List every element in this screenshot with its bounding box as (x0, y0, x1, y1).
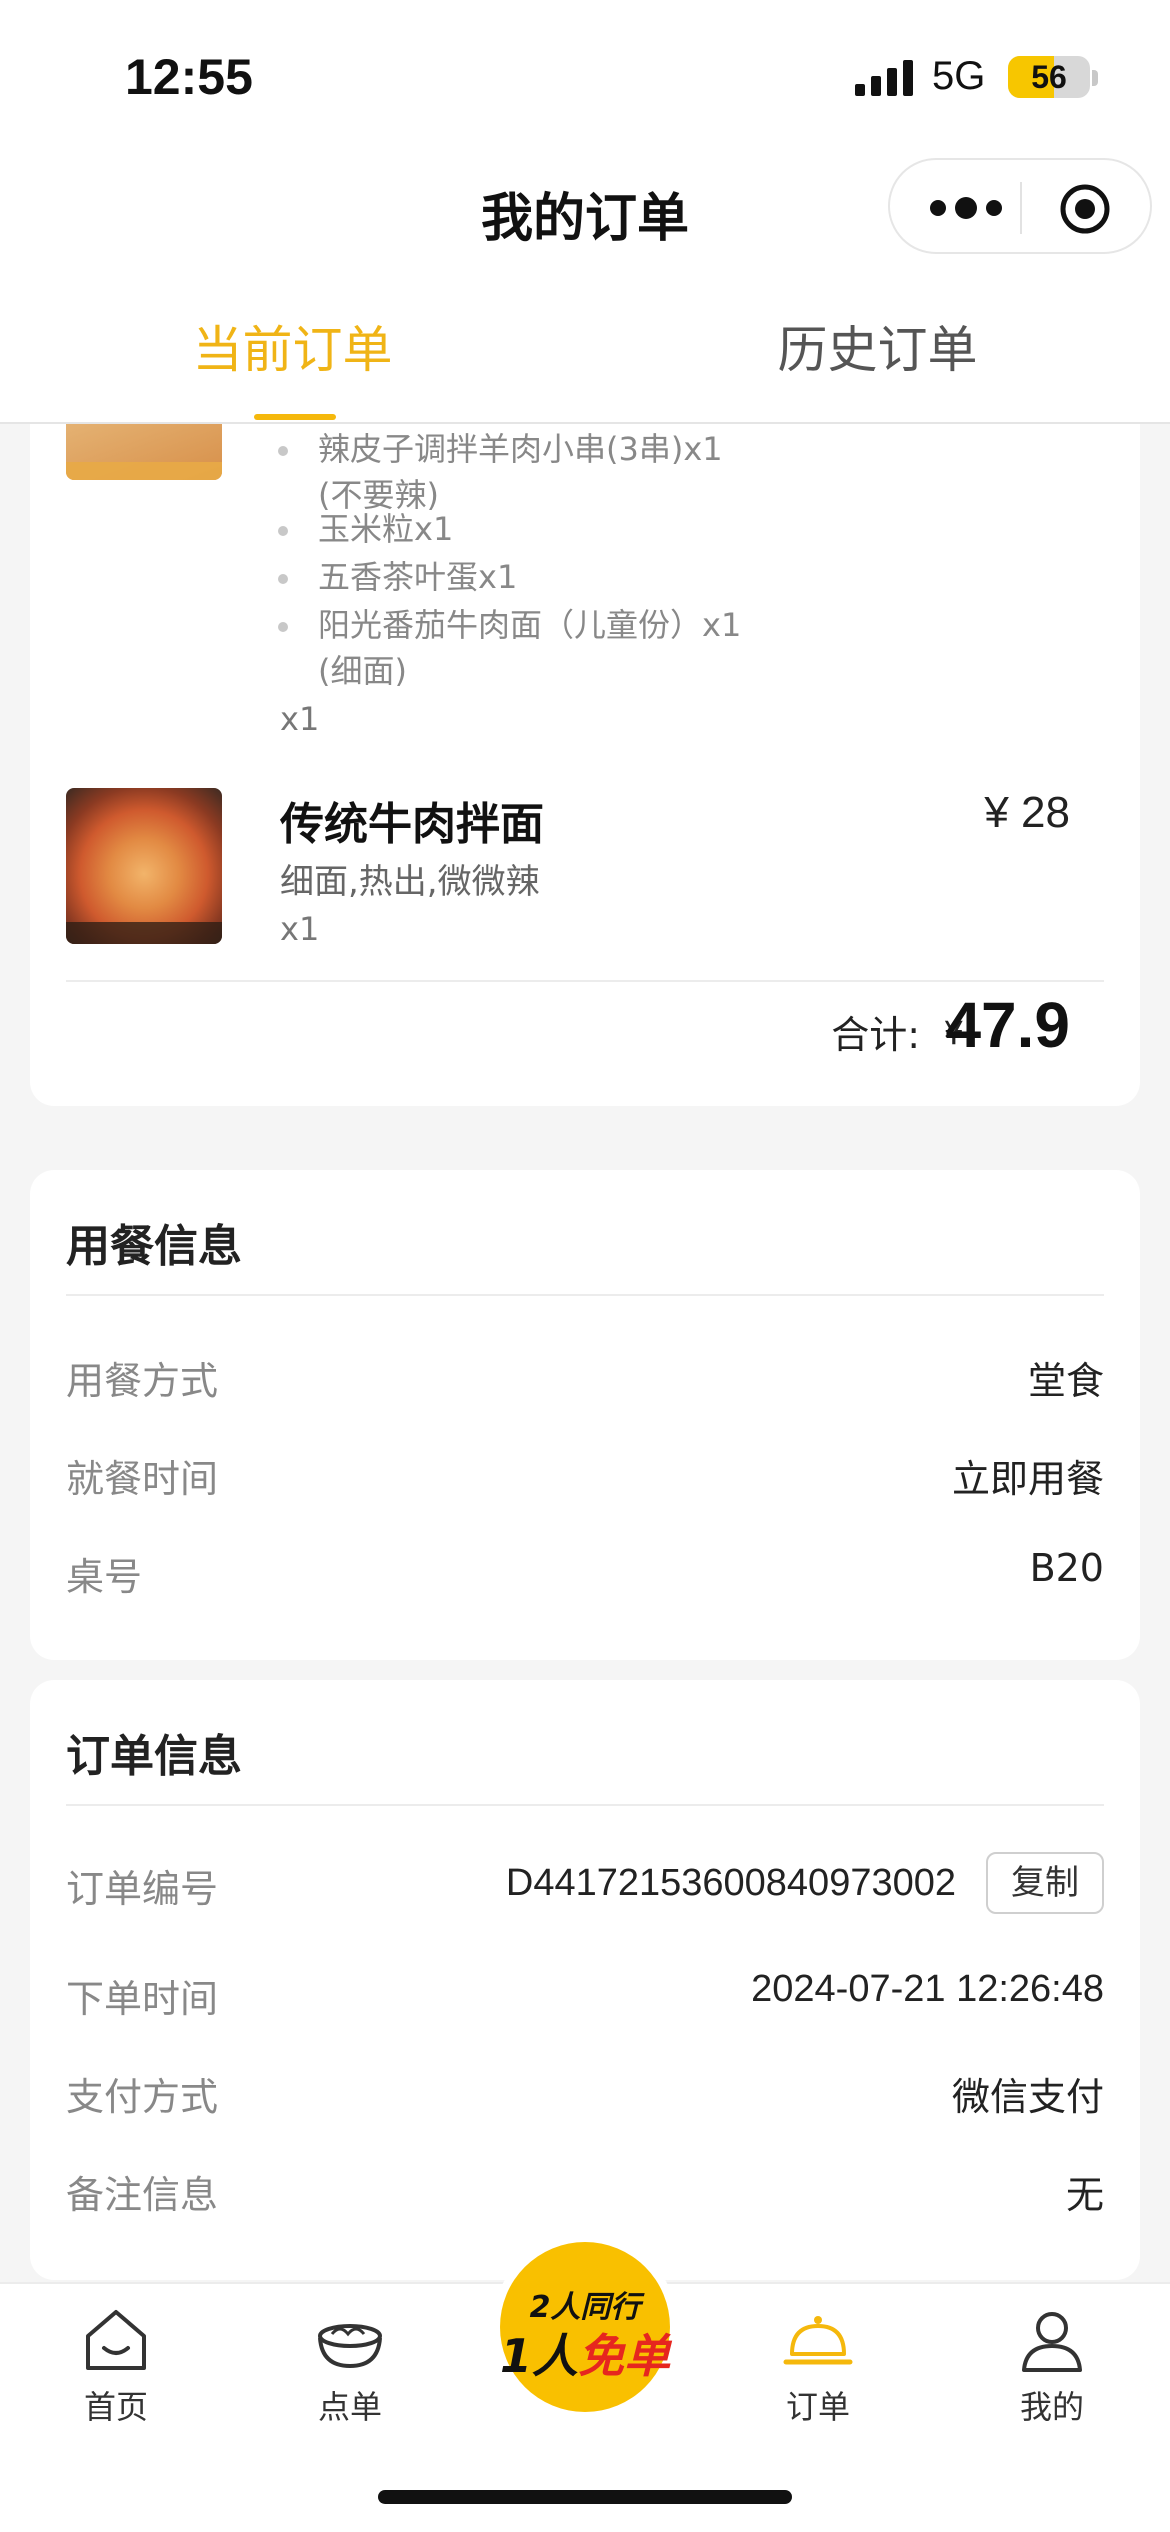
promo-line2-b: 免单 (578, 2329, 671, 2383)
tab-history-orders[interactable]: 历史订单 (585, 270, 1170, 424)
more-icon[interactable] (926, 196, 1006, 220)
capsule-divider (1020, 182, 1022, 234)
remark-label: 备注信息 (66, 2173, 219, 2217)
item-quantity: x1 (280, 910, 320, 948)
item-spec: 细面,热出,微微辣 (280, 862, 540, 902)
close-target-icon[interactable] (1058, 182, 1112, 236)
item-price: ¥ 28 (984, 788, 1070, 837)
item-name: 传统牛肉拌面 (280, 799, 544, 850)
nav-profile[interactable]: 我的 (962, 2304, 1142, 2428)
order-time-label: 下单时间 (66, 1977, 219, 2021)
nav-menu-label: 点单 (317, 2388, 382, 2426)
home-icon (86, 2310, 146, 2370)
dining-info-card: 用餐信息 用餐方式 堂食 就餐时间 立即用餐 桌号 B20 (30, 1170, 1140, 1660)
dining-time-label: 就餐时间 (66, 1457, 219, 1501)
combo-subitem: 五香茶叶蛋x1 (318, 558, 518, 596)
order-number-value: D44172153600840973002 (505, 1862, 956, 1904)
order-info-divider (66, 1804, 1104, 1806)
subitem-bullet (278, 526, 288, 536)
nav-profile-label: 我的 (1019, 2388, 1084, 2426)
dining-method-label: 用餐方式 (66, 1359, 219, 1403)
order-info-card: 订单信息 订单编号 D44172153600840973002 复制 下单时间 … (30, 1680, 1140, 2280)
subitem-bullet (278, 574, 288, 584)
payment-method-value: 微信支付 (951, 2075, 1104, 2119)
total-amount: 47.9 (945, 989, 1070, 1061)
status-time: 12:55 (125, 49, 253, 105)
status-bar: 12:55 5G 56 (0, 0, 1170, 150)
network-type: 5G (932, 54, 986, 98)
total-divider (66, 980, 1104, 982)
dining-info-divider (66, 1294, 1104, 1296)
scroll-content[interactable]: 辣皮子调拌羊肉小串(3串)x1 (不要辣) 玉米粒x1 五香茶叶蛋x1 阳光番茄… (0, 424, 1170, 2284)
promo-line2-a: 1人 (500, 2329, 579, 2383)
home-indicator (378, 2490, 792, 2504)
copy-button[interactable]: 复制 (986, 1852, 1104, 1914)
signal-icon (855, 60, 913, 96)
combo-subitem: 阳光番茄牛肉面（儿童份）x1 (318, 606, 742, 644)
combo-thumbnail (66, 424, 222, 480)
remark-value: 无 (1065, 2173, 1104, 2217)
thumbnail-band (66, 922, 222, 944)
battery-tip (1092, 70, 1098, 86)
battery-icon: 56 (1008, 56, 1090, 98)
promo-button[interactable]: 2人同行 1人免单 (500, 2242, 670, 2412)
page-header: 我的订单 (0, 150, 1170, 270)
tab-current-orders[interactable]: 当前订单 (0, 270, 585, 424)
combo-quantity: x1 (280, 700, 320, 738)
dining-method-value: 堂食 (1027, 1359, 1104, 1403)
nav-home[interactable]: 首页 (26, 2304, 206, 2428)
cloche-icon (783, 2316, 853, 2365)
promo-line2: 1人免单 (500, 2320, 670, 2386)
nav-menu[interactable]: 点单 (260, 2304, 440, 2428)
order-info-title: 订单信息 (66, 1731, 242, 1782)
subitem-bullet (278, 446, 288, 456)
user-icon (1022, 2312, 1082, 2372)
bowl-icon (318, 2324, 382, 2369)
nav-orders-label: 订单 (785, 2388, 850, 2426)
thumbnail-stripe (66, 462, 222, 480)
total-label: 合计: (831, 1013, 920, 1057)
order-number-label: 订单编号 (66, 1867, 219, 1911)
dining-time-value: 立即用餐 (951, 1457, 1104, 1501)
combo-subitem: 玉米粒x1 (318, 510, 454, 548)
table-number-label: 桌号 (66, 1555, 143, 1599)
nav-orders[interactable]: 订单 (728, 2304, 908, 2428)
order-time-value: 2024-07-21 12:26:48 (751, 1968, 1104, 2010)
table-number-value: B20 (1029, 1546, 1104, 1590)
subitem-bullet (278, 622, 288, 632)
payment-method-label: 支付方式 (66, 2075, 219, 2119)
nav-home-label: 首页 (83, 2388, 148, 2426)
dining-info-title: 用餐信息 (66, 1221, 242, 1272)
order-items-card: 辣皮子调拌羊肉小串(3串)x1 (不要辣) 玉米粒x1 五香茶叶蛋x1 阳光番茄… (30, 424, 1140, 1106)
noodle-thumbnail (66, 788, 222, 944)
battery-percent: 56 (1031, 59, 1067, 95)
combo-subitem-note: (细面) (318, 652, 407, 690)
mini-program-capsule (888, 158, 1152, 254)
combo-subitem: 辣皮子调拌羊肉小串(3串)x1 (318, 430, 723, 468)
active-tab-indicator (254, 414, 336, 420)
order-tabs: 当前订单 历史订单 (0, 270, 1170, 424)
